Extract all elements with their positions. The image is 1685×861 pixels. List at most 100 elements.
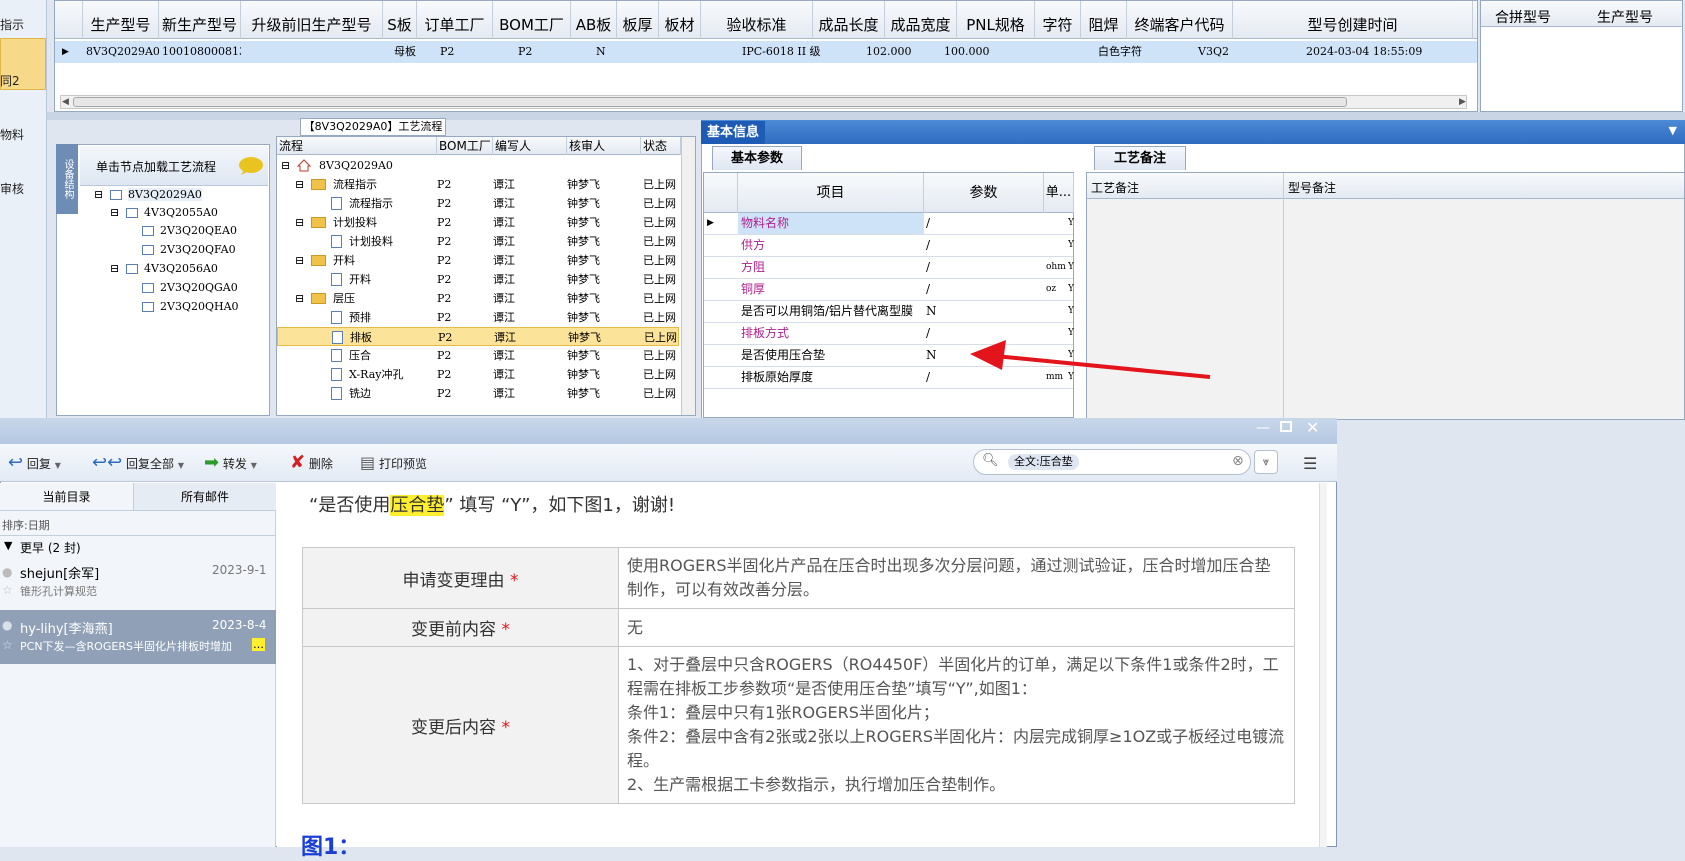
load-process-bar[interactable]: 单击节点加载工艺流程	[80, 146, 268, 186]
tab-process-notes[interactable]: 工艺备注	[1094, 146, 1186, 170]
process-row[interactable]: 计划投料 P2 谭江 钟梦飞 已上网	[277, 232, 679, 251]
tree-node[interactable]: 4V3Q2056A0	[144, 262, 218, 275]
table-cell[interactable]	[1081, 41, 1127, 63]
tree-expander-icon[interactable]: ⊟	[110, 206, 119, 219]
table-cell[interactable]	[617, 41, 659, 63]
column-header[interactable]: PNL规格	[957, 1, 1035, 39]
table-cell[interactable]: 母板	[391, 41, 425, 63]
column-header[interactable]: 型号创建时间	[1233, 1, 1473, 39]
param-value[interactable]: /	[926, 213, 1042, 234]
table-cell[interactable]: IPC-6018 II 级	[739, 41, 823, 63]
column-header[interactable]: 新生产型号	[159, 1, 241, 39]
vertical-scrollbar[interactable]	[1319, 483, 1327, 847]
star-icon[interactable]: ☆	[2, 583, 13, 597]
tree-node[interactable]: 2V3Q20QFA0	[160, 243, 236, 256]
column-header[interactable]: 流程	[277, 137, 437, 155]
splitter[interactable]	[47, 112, 1685, 120]
group-expander-icon[interactable]: ▼	[4, 539, 12, 552]
delete-button[interactable]: ✘ 删除	[290, 444, 333, 482]
process-row[interactable]: ⊟ 层压 P2 谭江 钟梦飞 已上网	[277, 289, 679, 308]
maximize-icon[interactable]	[1280, 421, 1292, 432]
column-header[interactable]: 工艺备注	[1091, 179, 1139, 196]
column-header[interactable]: 成品长度	[813, 1, 885, 39]
process-row[interactable]: ⊟ 计划投料 P2 谭江 钟梦飞 已上网	[277, 213, 679, 232]
param-value[interactable]: /	[926, 235, 1042, 256]
clear-icon[interactable]: ⊗	[1232, 453, 1244, 469]
list-item[interactable]: ● shejun[余军] 2023-9-1 ☆ 锥形孔计算规范	[0, 557, 276, 617]
column-header[interactable]: 生产型号	[1597, 7, 1653, 27]
print-preview-button[interactable]: ▤ 打印预览	[360, 444, 427, 482]
tree-expander-icon[interactable]: ⊟	[110, 262, 119, 275]
column-header[interactable]: 订单工厂	[417, 1, 493, 39]
tree-expander-icon[interactable]: ⊟	[295, 213, 307, 232]
process-row-selected[interactable]: 排板 P2 谭江 钟梦飞 已上网	[277, 327, 679, 346]
column-header[interactable]: 单...	[1044, 173, 1074, 213]
tree-node[interactable]: 2V3Q20QEA0	[160, 224, 237, 237]
table-cell[interactable]	[659, 41, 701, 63]
table-cell[interactable]: 8V3Q2029A0	[83, 41, 159, 63]
column-header[interactable]: AB板	[571, 1, 617, 39]
process-row[interactable]: X-Ray冲孔 P2 谭江 钟梦飞 已上网	[277, 365, 679, 384]
column-header[interactable]: 参数	[924, 173, 1044, 213]
star-icon[interactable]: ☆	[2, 638, 13, 652]
param-value[interactable]: /	[926, 279, 1042, 300]
search-options-icon[interactable]: ⩔	[1254, 450, 1278, 474]
process-row[interactable]: 开料 P2 谭江 钟梦飞 已上网	[277, 270, 679, 289]
tab-basic-params[interactable]: 基本参数	[712, 146, 802, 170]
param-row[interactable]: 供方 / Y	[704, 235, 1074, 257]
table-cell[interactable]: V3Q2	[1195, 41, 1255, 63]
column-header[interactable]: S板	[383, 1, 417, 39]
process-row[interactable]: 铣边 P2 谭江 钟梦飞 已上网	[277, 384, 679, 403]
param-row[interactable]: 排板原始厚度 / mm Y	[704, 367, 1074, 389]
list-item-selected[interactable]: ● hy-lihy[李海燕] 2023-8-4 ☆ PCN下发—含ROGERS半…	[0, 610, 276, 664]
param-row[interactable]: 排板方式 / Y	[704, 323, 1074, 345]
table-cell[interactable]: 2024-03-04 18:55:09	[1303, 41, 1463, 63]
param-value[interactable]: /	[926, 323, 1042, 344]
column-header[interactable]: 生产型号	[83, 1, 159, 39]
column-header[interactable]: 阻焊	[1081, 1, 1127, 39]
column-header[interactable]: 板材	[659, 1, 701, 39]
tab-structure[interactable]: 设备结构	[56, 144, 78, 214]
table-cell[interactable]: N	[593, 41, 617, 63]
table-row-selected[interactable]: ▶ 8V3Q2029A0 10010800081341 母板 P2 P2 N I…	[55, 41, 1477, 63]
reply-button[interactable]: ↩ 回复 ▼	[8, 444, 61, 482]
process-row[interactable]: ⊟ 开料 P2 谭江 钟梦飞 已上网	[277, 251, 679, 270]
basic-info-title[interactable]: 基本信息	[701, 121, 765, 144]
column-header[interactable]: 验收标准	[701, 1, 813, 39]
sort-dropdown[interactable]: 排序:日期	[2, 517, 50, 533]
reply-all-button[interactable]: ↩↩ 回复全部 ▼	[92, 444, 184, 482]
forward-button[interactable]: ➡ 转发 ▼	[204, 444, 257, 482]
column-header[interactable]: 板厚	[617, 1, 659, 39]
column-header[interactable]: 升级前旧生产型号	[241, 1, 383, 39]
tree-expander-icon[interactable]: ⊟	[295, 175, 307, 194]
param-value[interactable]: /	[926, 367, 1042, 388]
tree-expander-icon[interactable]: ⊟	[281, 156, 293, 175]
process-row[interactable]: 流程指示 P2 谭江 钟梦飞 已上网	[277, 194, 679, 213]
scroll-right-icon[interactable]: ▶	[1459, 97, 1466, 107]
column-header[interactable]: 终端客户代码	[1127, 1, 1233, 39]
minimize-icon[interactable]: —	[1256, 420, 1270, 436]
column-header[interactable]: 编写人	[493, 137, 567, 155]
close-icon[interactable]: ✕	[1306, 418, 1319, 437]
vertical-scrollbar[interactable]	[681, 137, 695, 415]
tree-node[interactable]: 2V3Q20QHA0	[160, 300, 239, 313]
tab-current-folder[interactable]: 当前目录	[0, 483, 134, 511]
table-cell[interactable]: P2	[437, 41, 493, 63]
tab-all-mail[interactable]: 所有邮件	[134, 483, 276, 511]
table-cell[interactable]: 102.000	[863, 41, 923, 63]
column-header[interactable]: 型号备注	[1288, 179, 1336, 196]
process-row[interactable]: 压合 P2 谭江 钟梦飞 已上网	[277, 346, 679, 365]
column-header[interactable]: BOM工厂	[493, 1, 571, 39]
search-input[interactable]: 🔍︎ 全文:压合垫 ⊗	[973, 449, 1251, 475]
param-row[interactable]: ▶ 物料名称 / Y	[704, 213, 1074, 235]
tree-node[interactable]: 4V3Q2055A0	[144, 206, 218, 219]
column-header[interactable]: 字符	[1035, 1, 1081, 39]
table-cell[interactable]: 10010800081341	[159, 41, 241, 63]
process-row[interactable]: ⊟ 流程指示 P2 谭江 钟梦飞 已上网	[277, 175, 679, 194]
column-header[interactable]: 合拼型号	[1495, 7, 1551, 27]
column-header[interactable]: BOM工厂	[437, 137, 493, 155]
scroll-left-icon[interactable]: ◀	[62, 97, 69, 107]
param-row[interactable]: 方阻 / ohm Y	[704, 257, 1074, 279]
param-row[interactable]: 是否可以用铜箔/铝片替代离型膜 N Y	[704, 301, 1074, 323]
table-cell[interactable]: P2	[515, 41, 571, 63]
